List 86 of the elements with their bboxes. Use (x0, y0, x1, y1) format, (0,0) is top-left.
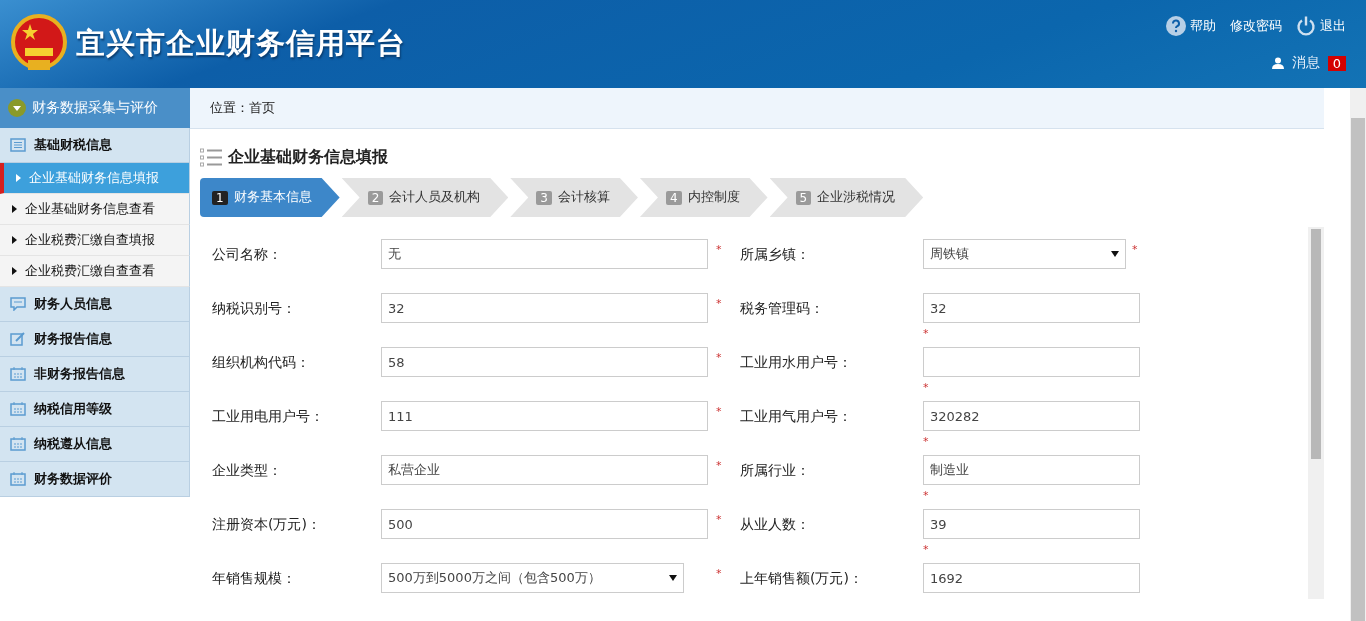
dropdown-arrow-icon (1111, 251, 1119, 257)
field-label: 纳税识别号： (212, 299, 297, 318)
header-link[interactable]: 修改密码 (1230, 17, 1282, 35)
dropdown-arrow-icon (669, 575, 677, 581)
expand-icon (8, 99, 26, 117)
input-field[interactable]: 1692 (923, 563, 1140, 593)
help-icon (1166, 16, 1186, 36)
input-field[interactable]: 制造业 (923, 455, 1140, 485)
breadcrumb-label: 位置： (210, 99, 249, 117)
required-mark: * (716, 458, 723, 474)
calendar-icon (10, 367, 26, 381)
user-icon (1271, 57, 1284, 69)
field-label: 工业用气用户号： (740, 407, 853, 426)
input-field[interactable]: 320282 (923, 401, 1140, 431)
sidebar-item[interactable]: 财务人员信息 (0, 287, 190, 322)
caret-icon (12, 236, 17, 244)
input-field[interactable]: 39 (923, 509, 1140, 539)
required-mark: * (716, 296, 723, 312)
required-mark: * (923, 380, 930, 396)
calendar-icon (10, 472, 26, 486)
required-mark: * (716, 350, 723, 366)
field-label: 税务管理码： (740, 299, 825, 318)
input-field[interactable]: 500 (381, 509, 708, 539)
list-icon (200, 147, 222, 168)
step-tab[interactable]: 2 会计人员及机构 (341, 178, 509, 217)
field-label: 从业人数： (740, 515, 811, 534)
sidebar-item[interactable]: 纳税信用等级 (0, 392, 190, 427)
sidebar-item[interactable]: 企业基础财务信息查看 (0, 194, 190, 225)
messages-link[interactable]: 消息 (1291, 54, 1320, 72)
field-label: 所属乡镇： (740, 245, 811, 264)
scrollbar[interactable] (1308, 227, 1324, 599)
input-field[interactable]: 私营企业 (381, 455, 708, 485)
input-field[interactable]: 32 (923, 293, 1140, 323)
field-label: 年销售规模： (212, 569, 297, 588)
window-scrollbar[interactable] (1350, 88, 1366, 621)
field-label: 企业类型： (212, 461, 283, 480)
required-mark: * (923, 488, 930, 504)
required-mark: * (716, 242, 723, 258)
calendar-icon (10, 402, 26, 416)
step-tab[interactable]: 1 财务基本信息 (200, 178, 340, 217)
sidebar-item[interactable]: 财务报告信息 (0, 322, 190, 357)
page-title: 企业基础财务信息填报 (228, 147, 388, 168)
field-label: 工业用水用户号： (740, 353, 853, 372)
calendar-icon (10, 437, 26, 451)
caret-icon (12, 205, 17, 213)
sidebar-item[interactable]: 财务数据评价 (0, 462, 190, 497)
input-field[interactable]: 32 (381, 293, 708, 323)
breadcrumb-value: 首页 (249, 99, 275, 117)
step-tab[interactable]: 4 内控制度 (639, 178, 768, 217)
required-mark: * (716, 512, 723, 528)
input-field[interactable]: 111 (381, 401, 708, 431)
required-mark: * (923, 542, 930, 558)
input-field[interactable] (923, 347, 1140, 377)
caret-icon (16, 174, 21, 182)
required-mark: * (923, 326, 930, 342)
sidebar-item[interactable]: 企业税费汇缴自查填报 (0, 225, 190, 256)
sidebar-item[interactable]: 非财务报告信息 (0, 357, 190, 392)
header-link[interactable]: 退出 (1296, 16, 1346, 36)
caret-icon (12, 267, 17, 275)
sidebar-item[interactable]: 企业税费汇缴自查查看 (0, 256, 190, 287)
field-label: 所属行业： (740, 461, 811, 480)
site-title: 宜兴市企业财务信用平台 (76, 25, 406, 62)
chat-icon (10, 297, 26, 311)
step-tab[interactable]: 3 会计核算 (510, 178, 638, 217)
required-mark: * (923, 434, 930, 450)
select-field[interactable]: 500万到5000万之间（包含500万） (381, 563, 684, 593)
field-label: 注册资本(万元)： (212, 515, 322, 534)
required-mark: * (1132, 242, 1138, 258)
input-field[interactable]: 无 (381, 239, 708, 269)
required-mark: * (716, 404, 723, 420)
list-icon (10, 138, 26, 152)
select-field[interactable]: 周铁镇 (923, 239, 1126, 269)
required-mark: * (716, 566, 723, 582)
field-label: 上年销售额(万元)： (740, 569, 864, 588)
sidebar-title: 财务数据采集与评价 (32, 99, 158, 117)
message-count: 0 (1327, 55, 1346, 71)
input-field[interactable]: 58 (381, 347, 708, 377)
sidebar-item[interactable]: 基础财税信息 (0, 128, 190, 163)
field-label: 组织机构代码： (212, 353, 311, 372)
edit-icon (10, 332, 26, 346)
field-label: 公司名称： (212, 245, 283, 264)
step-tab[interactable]: 5 企业涉税情况 (769, 178, 924, 217)
power-icon (1296, 16, 1316, 36)
sidebar-item[interactable]: 纳税遵从信息 (0, 427, 190, 462)
header-link[interactable]: 帮助 (1166, 16, 1216, 36)
field-label: 工业用电用户号： (212, 407, 325, 426)
